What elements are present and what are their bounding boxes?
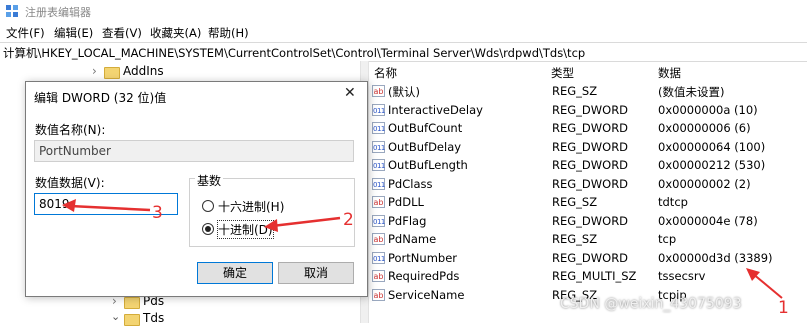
annotation-2: 2 xyxy=(343,210,354,230)
watermark: CSDN @weixin_43075093 xyxy=(560,296,742,312)
annotation-arrows xyxy=(62,199,783,299)
annotation-1: 1 xyxy=(778,298,789,318)
annotation-3: 3 xyxy=(152,203,163,223)
